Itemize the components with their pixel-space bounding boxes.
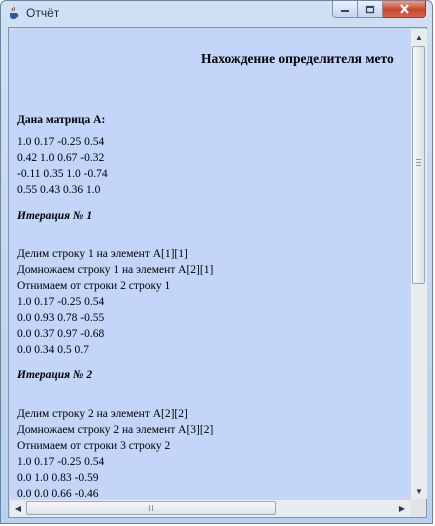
close-icon	[399, 4, 409, 14]
report-text-area[interactable]: Нахождение определителя мето Дана матриц…	[11, 30, 410, 499]
iteration-step: Домножаем строку 2 на элемент A[3][2]	[17, 424, 214, 436]
matrix-row: 0.55 0.43 0.36 1.0	[17, 184, 101, 196]
title-bar[interactable]: Отчёт	[1, 1, 432, 27]
iteration-title: Итерация № 1	[17, 210, 93, 222]
vertical-scroll-thumb[interactable]	[412, 46, 425, 284]
window-title: Отчёт	[26, 6, 60, 20]
report-window: Отчёт Нахождение определителя мето Дана …	[0, 0, 433, 524]
matrix-row: 0.0 0.93 0.78 -0.55	[17, 312, 105, 324]
iteration-step: Домножаем строку 1 на элемент A[2][1]	[17, 264, 214, 276]
matrix-row: 0.0 0.34 0.5 0.7	[17, 344, 89, 356]
arrow-right-icon: ▶	[398, 503, 406, 513]
iteration-step: Делим строку 1 на элемент A[1][1]	[17, 248, 188, 260]
matrix-row: 0.0 1.0 0.83 -0.59	[17, 472, 99, 484]
java-cup-icon	[10, 6, 19, 19]
close-button[interactable]	[383, 1, 426, 18]
report-heading: Нахождение определителя мето	[201, 51, 394, 66]
iteration-step: Отнимаем от строки 3 строку 2	[17, 440, 171, 452]
scroll-right-button[interactable]: ▶	[394, 500, 410, 516]
arrow-up-icon: ▲	[415, 32, 423, 42]
matrix-row: 0.0 0.37 0.97 -0.68	[17, 328, 105, 340]
horizontal-scrollbar[interactable]: ◀ ▶	[10, 499, 410, 517]
matrix-row: 0.42 1.0 0.67 -0.32	[17, 152, 105, 164]
matrix-row: -0.11 0.35 1.0 -0.74	[17, 168, 108, 180]
minimize-icon	[341, 10, 349, 12]
report-panel: Нахождение определителя мето Дана матриц…	[8, 27, 427, 518]
matrix-label: Дана матрица А:	[17, 114, 106, 126]
scroll-left-button[interactable]: ◀	[10, 500, 26, 516]
minimize-button[interactable]	[332, 1, 358, 18]
arrow-left-icon: ◀	[14, 503, 22, 513]
maximize-button[interactable]	[358, 1, 383, 18]
maximize-icon	[365, 5, 375, 13]
vertical-scrollbar[interactable]: ▲ ▼	[410, 29, 427, 499]
matrix-row: 0.0 0.0 0.66 -0.46	[17, 488, 99, 499]
iteration-title: Итерация № 2	[17, 369, 93, 381]
arrow-down-icon: ▼	[415, 486, 423, 496]
horizontal-scroll-thumb[interactable]	[26, 501, 276, 515]
iteration-step: Отнимаем от строки 2 строку 1	[17, 280, 171, 292]
matrix-row: 1.0 0.17 -0.25 0.54	[17, 296, 105, 308]
scrollbar-corner	[410, 499, 426, 517]
matrix-row: 1.0 0.17 -0.25 0.54	[17, 456, 105, 468]
scroll-down-button[interactable]: ▼	[411, 483, 427, 499]
scroll-up-button[interactable]: ▲	[411, 29, 427, 45]
matrix-row: 1.0 0.17 -0.25 0.54	[17, 136, 105, 148]
iteration-step: Делим строку 2 на элемент A[2][2]	[17, 408, 188, 420]
